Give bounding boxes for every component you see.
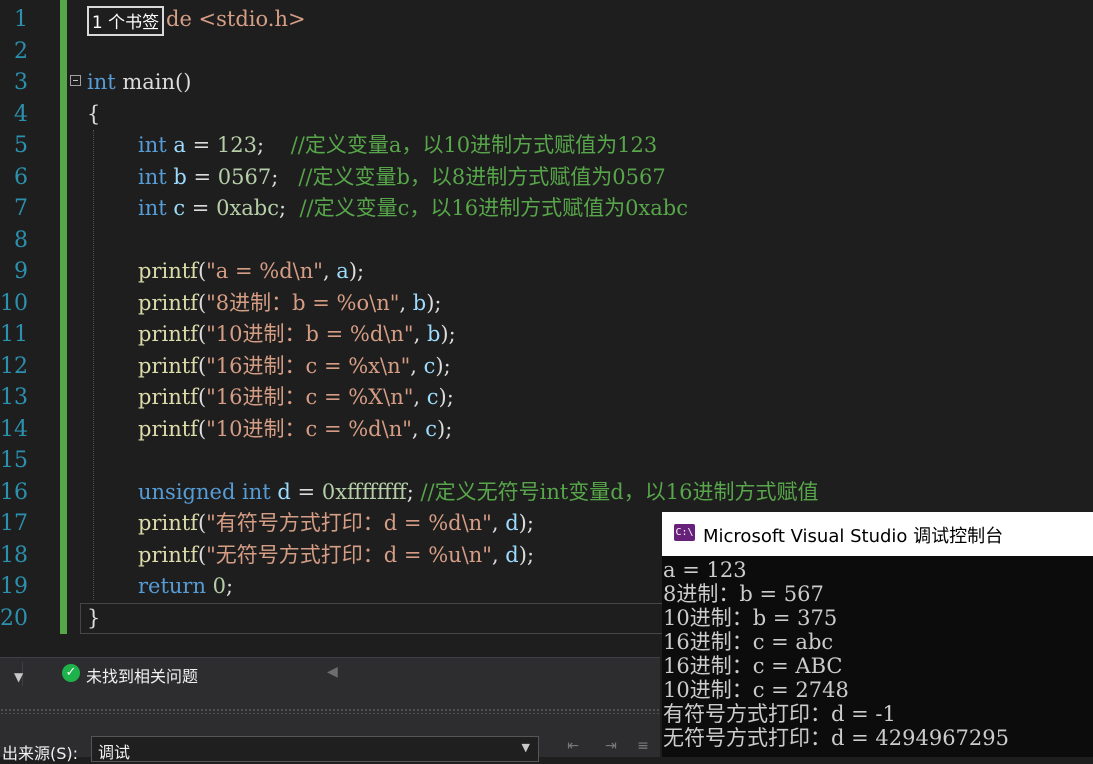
zoom-dropdown[interactable]: ▼ [2,662,23,686]
output-panel: 出来源(S): 调试 ▼ ⇤ ⇥ ≡ [0,690,660,763]
line-number: 5 [14,133,28,158]
output-source-label: 出来源(S): [2,744,79,763]
line-number-gutter: 1 2 3 4 5 6 7 8 9 10 11 12 13 14 15 16 1… [0,0,60,636]
issues-status[interactable]: 未找到相关问题 [86,663,198,687]
code-line-10[interactable]: printf("8进制：b = %o\n", b); [138,288,442,320]
line-number: 10 [0,291,28,316]
line-number: 13 [0,385,28,410]
change-tracking-bar [60,0,67,634]
line-number: 18 [0,543,28,568]
code-line-5[interactable]: int a = 123; //定义变量a，以10进制方式赋值为123 [138,130,657,162]
collapse-toggle-icon[interactable] [70,75,81,86]
code-line-1[interactable]: de <stdio.h> [166,4,306,36]
line-number: 4 [14,102,28,127]
line-number: 6 [14,165,28,190]
debug-console-window[interactable]: C:\ Microsoft Visual Studio 调试控制台 a = 12… [662,512,1093,757]
line-number: 19 [0,574,28,599]
console-output-line: a = 123 [663,558,747,582]
code-line-12[interactable]: printf("16进制：c = %x\n", c); [138,351,451,383]
console-output-line: 8进制：b = 567 [663,582,824,606]
output-source-value: 调试 [98,743,131,762]
check-circle-icon: ✓ [62,664,80,682]
code-line-16[interactable]: unsigned int d = 0xffffffff; //定义无符号int变… [138,477,818,509]
code-line-20[interactable]: } [87,603,100,635]
code-line-3[interactable]: int main() [87,67,191,99]
console-output-line: 有符号方式打印：d = -1 [663,702,896,726]
chevron-down-icon: ▼ [521,741,530,754]
console-output-line: 10进制：c = 2748 [663,678,849,702]
line-number: 14 [0,417,28,442]
line-number: 9 [14,259,28,284]
code-line-18[interactable]: printf("无符号方式打印：d = %u\n", d); [138,540,534,572]
code-line-4[interactable]: { [87,99,100,131]
console-output-line: 10进制：b = 375 [663,606,838,630]
console-output-line: 16进制：c = ABC [663,654,843,678]
line-number: 3 [14,70,28,95]
console-app-icon: C:\ [674,524,695,541]
console-title: Microsoft Visual Studio 调试控制台 [703,526,1004,547]
line-number: 12 [0,354,28,379]
line-number: 20 [0,606,28,631]
code-line-7[interactable]: int c = 0xabc; //定义变量c，以16进制方式赋值为0xabc [138,193,688,225]
line-number: 2 [14,39,28,64]
indent-guide [93,130,94,600]
editor-status-bar: ▼ ✓ 未找到相关问题 ◀ [0,657,660,690]
line-number: 7 [14,196,28,221]
code-line-19[interactable]: return 0; [138,571,233,603]
panel-grip[interactable] [0,708,660,714]
code-line-14[interactable]: printf("10进制：c = %d\n", c); [138,414,452,446]
line-number: 1 [14,7,28,32]
scroll-left-icon[interactable]: ◀ [327,664,338,680]
chevron-down-icon: ▼ [14,670,24,684]
line-number: 16 [0,480,28,505]
line-number: 11 [0,322,28,347]
code-line-11[interactable]: printf("10进制：b = %d\n", b); [138,319,456,351]
code-line-6[interactable]: int b = 0567; //定义变量b，以8进制方式赋值为0567 [138,162,666,194]
line-number: 15 [0,448,28,473]
line-number: 17 [0,511,28,536]
console-title-bar[interactable]: C:\ Microsoft Visual Studio 调试控制台 [662,512,1093,556]
console-output-line: 无符号方式打印：d = 4294967295 [663,726,1009,750]
output-source-select[interactable]: 调试 ▼ [91,736,539,762]
console-output-line: 16进制：c = abc [663,630,834,654]
bookmark-tooltip: 1 个书签 [87,6,164,36]
code-line-17[interactable]: printf("有符号方式打印：d = %d\n", d); [138,508,534,540]
code-line-9[interactable]: printf("a = %d\n", a); [138,256,364,288]
current-line-highlight [80,603,680,634]
line-number: 8 [14,228,28,253]
code-line-13[interactable]: printf("16进制：c = %X\n", c); [138,382,454,414]
